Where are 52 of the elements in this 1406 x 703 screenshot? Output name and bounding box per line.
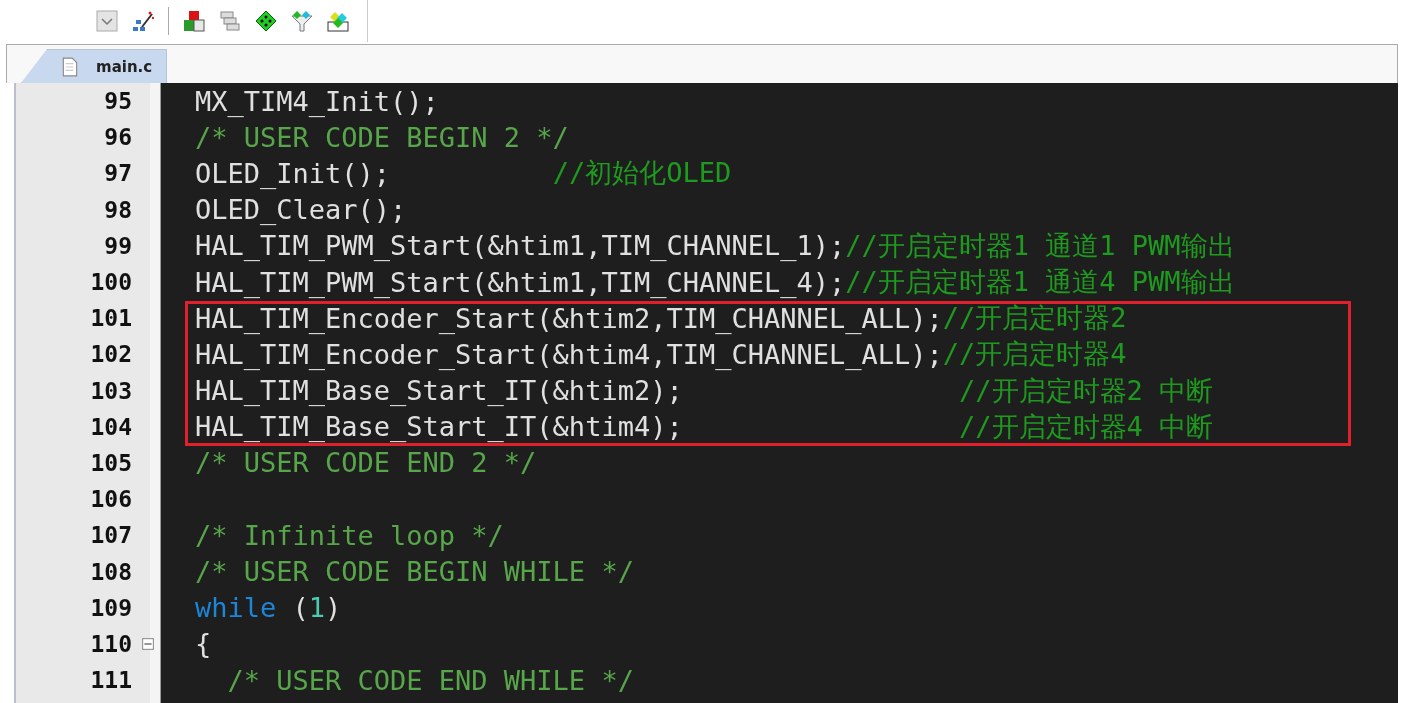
line-number: 97 — [104, 160, 132, 187]
file-icon — [62, 56, 78, 77]
code-text: HAL_TIM_Base_Start_IT(&htim2); — [195, 375, 684, 407]
code-text: HAL_TIM_PWM_Start(&htim1,TIM_CHANNEL_1); — [195, 230, 846, 262]
code-text: ( — [291, 592, 309, 624]
blocks-icon[interactable] — [183, 10, 205, 32]
file-tab[interactable]: main.c — [21, 49, 168, 83]
line-number: 107 — [90, 522, 132, 549]
collapse-icon[interactable] — [142, 637, 154, 650]
line-number: 110 — [90, 630, 132, 657]
line-number: 109 — [90, 594, 132, 621]
code-comment: /* Infinite loop */ — [195, 519, 504, 551]
line-number: 98 — [104, 196, 132, 223]
line-number: 104 — [90, 413, 132, 440]
funnel-icon[interactable] — [291, 10, 313, 32]
code-comment: /* USER CODE BEGIN WHILE */ — [195, 556, 634, 588]
code-text: HAL_TIM_Encoder_Start(&htim4,TIM_CHANNEL_ALL); — [195, 338, 943, 370]
code-text: MX_TIM4_Init(); — [195, 85, 439, 117]
code-text: { — [195, 628, 212, 660]
line-number: 95 — [104, 88, 132, 115]
line-number: 100 — [90, 269, 132, 296]
line-number: 106 — [90, 486, 132, 513]
code-text: ) — [325, 592, 342, 624]
code-comment: //开启定时器4 — [942, 337, 1127, 372]
line-number: 101 — [90, 305, 132, 332]
wand-icon[interactable] — [132, 10, 154, 32]
code-comment: //开启定时器4 中断 — [959, 409, 1214, 444]
code-comment: /* USER CODE END 2 */ — [195, 447, 537, 479]
line-number: 99 — [104, 232, 132, 259]
code-keyword: while — [195, 592, 277, 624]
diamonds-icon[interactable] — [327, 10, 349, 32]
code-comment: /* USER CODE END WHILE */ — [226, 664, 634, 696]
code-comment: //开启定时器2 中断 — [959, 373, 1214, 408]
code-text: HAL_TIM_Encoder_Start(&htim2,TIM_CHANNEL_ALL); — [195, 302, 943, 334]
line-number: 96 — [104, 124, 132, 151]
line-number: 111 — [90, 667, 132, 694]
line-number: 108 — [90, 558, 132, 585]
code-text: OLED_Init(); — [195, 157, 392, 189]
code-comment: /* USER CODE BEGIN 2 */ — [195, 121, 569, 153]
code-comment: //开启定时器2 — [942, 301, 1127, 336]
code-number: 1 — [308, 592, 326, 624]
code-comment: //初始化OLED — [552, 156, 732, 191]
line-number: 103 — [90, 377, 132, 404]
code-text: HAL_TIM_PWM_Start(&htim1,TIM_CHANNEL_4); — [195, 266, 846, 298]
code-comment: //开启定时器1 通道1 PWM输出 — [845, 228, 1235, 263]
code-text: OLED_Clear(); — [195, 194, 407, 226]
line-number: 105 — [90, 449, 132, 476]
code-text: HAL_TIM_Base_Start_IT(&htim4); — [195, 411, 684, 443]
line-number: 102 — [90, 341, 132, 368]
diamond-icon[interactable] — [255, 10, 277, 32]
windows-icon[interactable] — [219, 10, 241, 32]
code-comment: //开启定时器1 通道4 PWM输出 — [845, 265, 1235, 300]
